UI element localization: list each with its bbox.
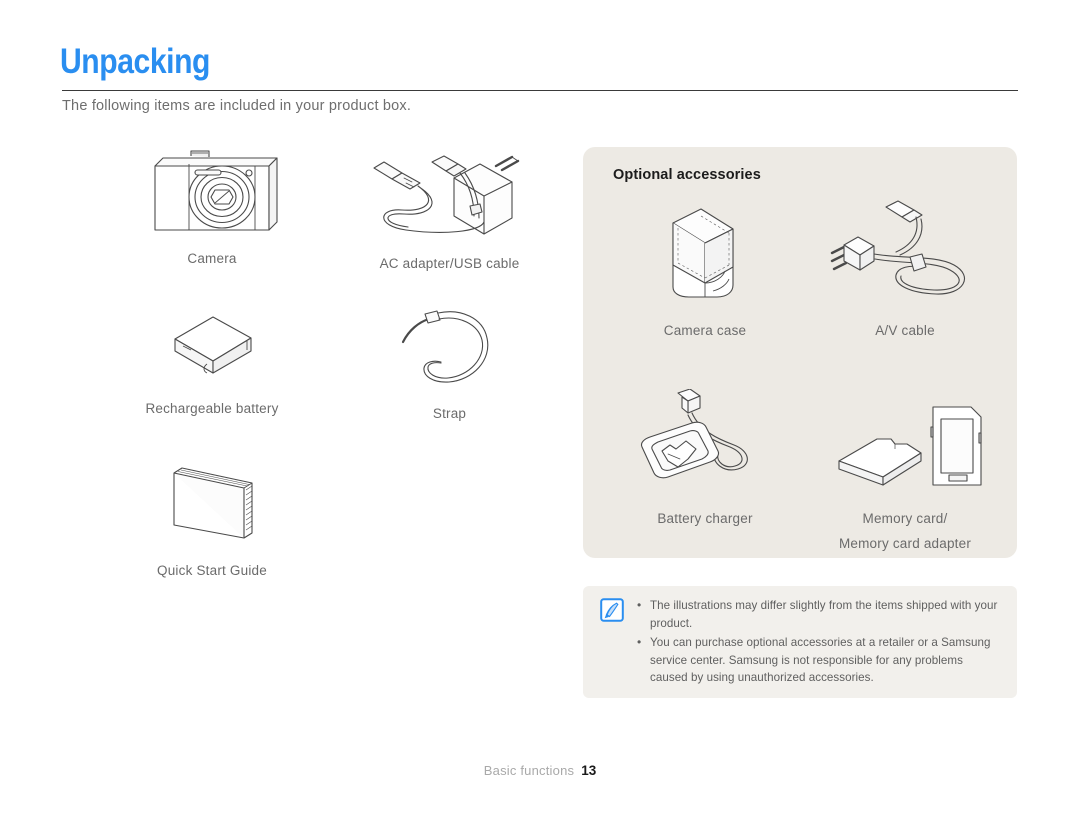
included-items-group: Camera AC adapter/USB cable Rechargeable… [62, 140, 552, 600]
av-cable-illustration [830, 200, 965, 295]
footer: Basic functions 13 [0, 763, 1080, 778]
title-divider [62, 90, 1018, 91]
opt-item-battery-charger: Battery charger [605, 388, 805, 529]
opt-memory-card-caption: Memory card/ [862, 511, 948, 526]
footer-section-label: Basic functions [483, 763, 575, 778]
item-camera: Camera [92, 140, 332, 268]
note-pen-icon [600, 598, 624, 622]
opt-battery-charger-caption: Battery charger [657, 511, 753, 526]
note-line: You can purchase optional accessories at… [637, 633, 1003, 687]
optional-accessories-title: Optional accessories [613, 167, 761, 183]
opt-av-cable-caption: A/V cable [875, 323, 935, 338]
rechargeable-battery-illustration [174, 316, 252, 374]
opt-item-memory-card: Memory card/ Memory card adapter [805, 389, 1005, 553]
note-line: The illustrations may differ slightly fr… [637, 596, 1003, 632]
battery-charger-illustration [640, 388, 748, 479]
note-list: The illustrations may differ slightly fr… [637, 596, 1003, 689]
opt-item-camera-case: Camera case [605, 199, 805, 341]
item-strap-caption: Strap [432, 406, 467, 421]
camera-illustration [154, 150, 278, 231]
item-battery-caption: Rechargeable battery [145, 401, 279, 416]
item-quick-guide: Quick Start Guide [92, 455, 332, 580]
page-title: Unpacking [60, 42, 211, 81]
item-ac-adapter: AC adapter/USB cable [327, 140, 572, 273]
item-strap: Strap [327, 300, 572, 423]
memory-card-illustration [838, 406, 982, 486]
opt-camera-case-caption: Camera case [663, 323, 747, 338]
item-ac-adapter-caption: AC adapter/USB cable [379, 256, 520, 271]
item-camera-caption: Camera [187, 251, 237, 266]
strap-illustration [401, 310, 488, 383]
item-battery: Rechargeable battery [92, 305, 332, 418]
opt-memory-card-caption-2: Memory card adapter [838, 535, 972, 551]
intro-text: The following items are included in your… [62, 98, 412, 114]
quick-start-guide-illustration [173, 467, 253, 539]
footer-page-number: 13 [581, 763, 597, 778]
ac-adapter-usb-cable-illustration [373, 155, 520, 235]
optional-accessories-panel: Optional accessories Camera case A/V cab… [583, 147, 1017, 558]
note-box: The illustrations may differ slightly fr… [583, 586, 1017, 698]
opt-item-av-cable: A/V cable [805, 199, 1005, 341]
item-quick-guide-caption: Quick Start Guide [157, 563, 267, 578]
camera-case-illustration [672, 208, 734, 298]
